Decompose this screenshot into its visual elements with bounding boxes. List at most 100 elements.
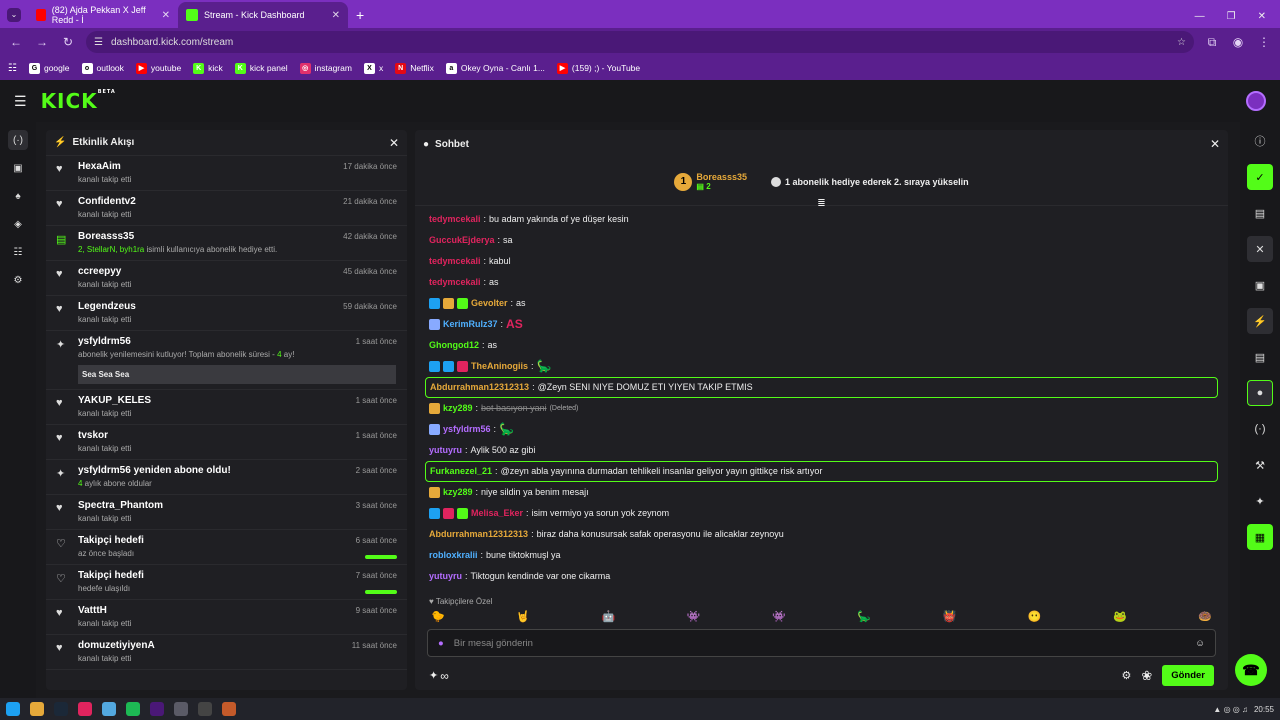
chat-username[interactable]: Abdurrahman12312313 bbox=[430, 381, 529, 394]
activity-event[interactable]: ♥ VatttH kanalı takip etti 9 saat önce bbox=[46, 600, 407, 635]
info-icon[interactable]: ⓘ bbox=[1247, 128, 1273, 154]
layout-icon[interactable]: ▤ bbox=[1247, 200, 1273, 226]
emote-option[interactable]: 🍩 bbox=[1198, 610, 1212, 623]
back-icon[interactable]: ← bbox=[8, 34, 24, 50]
bookmark-item[interactable]: ◎ instagram bbox=[299, 62, 352, 74]
browser-tab-kick[interactable]: Stream - Kick Dashboard ✕ bbox=[178, 2, 348, 28]
opera-icon[interactable] bbox=[78, 702, 92, 716]
chat-filter-icon[interactable]: ≣ bbox=[415, 198, 1228, 209]
activity-event[interactable]: ✦ ysfyldrm56 abonelik yenilemesini kutluyo… bbox=[46, 331, 407, 390]
points-icon[interactable]: ✦ bbox=[429, 669, 438, 682]
chat-input[interactable]: ● Bir mesaj gönderin ☺ bbox=[427, 629, 1216, 657]
bookmark-item[interactable]: o outlook bbox=[81, 62, 124, 74]
chat-username[interactable]: Gevolter bbox=[471, 297, 508, 310]
wrench-icon[interactable]: ⚒ bbox=[1247, 452, 1273, 478]
chat-message[interactable]: Abdurrahman12312313: @Zeyn SENI NIYE DOMU… bbox=[425, 377, 1218, 398]
activity-event[interactable]: ♡ Takipçi hedefi hedefe ulaşıldı 7 saat önc… bbox=[46, 565, 407, 600]
activity-event[interactable]: ✦ ysfyldrm56 yeniden abone oldu! 4 aylık a… bbox=[46, 460, 407, 495]
activity-event[interactable]: ♡ Takipçi hedefi az önce başladı 6 saat önc… bbox=[46, 530, 407, 565]
browser-tab-youtube[interactable]: (82) Ajda Pekkan X Jeff Redd - İ ✕ bbox=[28, 2, 178, 28]
activity-event[interactable]: ♥ tvskor kanalı takip etti 1 saat önce bbox=[46, 425, 407, 460]
chat-username[interactable]: Abdurrahman12312313 bbox=[429, 528, 528, 541]
site-info-icon[interactable]: ☰ bbox=[94, 37, 103, 48]
chat-username[interactable]: Melisa_Eker bbox=[471, 507, 523, 520]
community-icon[interactable]: ◈ bbox=[8, 214, 28, 234]
send-button[interactable]: Gönder bbox=[1162, 665, 1214, 686]
profile-icon[interactable]: ◉ bbox=[1230, 34, 1246, 50]
bookmark-item[interactable]: ▶ (159) ;) - YouTube bbox=[556, 62, 640, 74]
chat-username[interactable]: robloxkralii bbox=[429, 549, 478, 562]
chat-message[interactable]: kzy289: bot basıyon yani (Deleted) bbox=[415, 398, 1228, 419]
restore-icon[interactable]: ❐ bbox=[1227, 11, 1236, 22]
stream-icon[interactable]: (·) bbox=[8, 130, 28, 150]
kick-logo[interactable]: KICKBETA bbox=[41, 89, 116, 113]
tab-search-button[interactable]: ⌄ bbox=[0, 2, 28, 28]
activity-event[interactable]: ♥ domuzetiyiyenA kanalı takip etti 11 saat … bbox=[46, 635, 407, 670]
activity-event[interactable]: ♥ Confidentv2 kanalı takip etti 21 dakika ö… bbox=[46, 191, 407, 226]
close-icon[interactable]: ✕ bbox=[1247, 236, 1273, 262]
forward-icon[interactable]: → bbox=[34, 34, 50, 50]
gift-icon[interactable]: ❀ bbox=[1141, 668, 1152, 684]
new-tab-button[interactable]: + bbox=[348, 2, 372, 28]
spotify-icon[interactable] bbox=[126, 702, 140, 716]
emote-option[interactable]: 👹 bbox=[943, 610, 957, 623]
activity-event[interactable]: ♥ YAKUP_KELES kanalı takip etti 1 saat önce bbox=[46, 390, 407, 425]
chat-message[interactable]: tedymcekali: as bbox=[415, 272, 1228, 293]
obs-icon[interactable] bbox=[198, 702, 212, 716]
avatar[interactable] bbox=[1246, 91, 1266, 111]
chat-message[interactable]: KerimRulz37: AS bbox=[415, 314, 1228, 335]
check-icon[interactable]: ✓ bbox=[1247, 164, 1273, 190]
emote-option[interactable]: 🐤 bbox=[431, 610, 445, 623]
bookmark-item[interactable]: Xx bbox=[363, 62, 383, 74]
bookmark-item[interactable]: Kkick bbox=[193, 62, 223, 74]
chat-username[interactable]: TheAninogiis bbox=[471, 360, 528, 373]
chat-username[interactable]: Furkanezel_21 bbox=[430, 465, 492, 478]
close-icon[interactable]: ✕ bbox=[162, 10, 170, 21]
notes-icon[interactable]: ▤ bbox=[1247, 344, 1273, 370]
clapper-icon[interactable]: ▦ bbox=[1247, 524, 1273, 550]
reload-icon[interactable]: ↻ bbox=[60, 34, 76, 50]
steam-icon[interactable] bbox=[54, 702, 68, 716]
chat-message[interactable]: Gevolter: as bbox=[415, 293, 1228, 314]
chat-username[interactable]: KerimRulz37 bbox=[443, 318, 498, 331]
chat-message[interactable]: tedymcekali: bu adam yakında of ye düşer … bbox=[415, 209, 1228, 230]
settings-icon[interactable]: ⚙ bbox=[8, 270, 28, 290]
chat-message[interactable]: tedymcekali: kabul bbox=[415, 251, 1228, 272]
chat-username[interactable]: yutuyru bbox=[429, 444, 462, 457]
tray-icons[interactable]: ▲ ◎ ◎ ♫ bbox=[1213, 705, 1248, 714]
steam-active-icon[interactable] bbox=[222, 702, 236, 716]
chat-message[interactable]: ysfyldrm56: 🦕 bbox=[415, 419, 1228, 440]
chat-icon[interactable]: ● bbox=[1247, 380, 1273, 406]
minimize-icon[interactable]: — bbox=[1195, 11, 1205, 22]
broadcast-icon[interactable]: (·) bbox=[1247, 416, 1273, 442]
apps-icon[interactable]: ☷ bbox=[8, 63, 17, 74]
windows-start-icon[interactable] bbox=[6, 702, 20, 716]
chat-username[interactable]: ysfyldrm56 bbox=[443, 423, 491, 436]
chat-username[interactable]: yutuyru bbox=[429, 570, 462, 583]
chrome-icon[interactable] bbox=[102, 702, 116, 716]
chat-username[interactable]: tedymcekali bbox=[429, 213, 481, 226]
fullscreen-icon[interactable]: ▣ bbox=[1247, 272, 1273, 298]
users-icon[interactable]: ☷ bbox=[8, 242, 28, 262]
emote-option[interactable]: 🐸 bbox=[1113, 610, 1127, 623]
chat-message[interactable]: Melisa_Eker: isim vermiyo ya sorun yok ze… bbox=[415, 503, 1228, 524]
chat-message[interactable]: Furkanezel_21: @zeyn abla yayınına durmad… bbox=[425, 461, 1218, 482]
emote-option[interactable]: 🤘 bbox=[516, 610, 530, 623]
chat-username[interactable]: tedymcekali bbox=[429, 276, 481, 289]
bookmark-item[interactable]: N Netflix bbox=[395, 62, 434, 74]
dashboard-icon[interactable]: ▣ bbox=[8, 158, 28, 178]
activity-event[interactable]: ♥ HexaAim kanalı takip etti 17 dakika önce bbox=[46, 156, 407, 191]
activity-event[interactable]: ♥ ccreepyy kanalı takip etti 45 dakika önce bbox=[46, 261, 407, 296]
bookmark-item[interactable]: ▶ youtube bbox=[135, 62, 181, 74]
chat-username[interactable]: GuccukEjderya bbox=[429, 234, 495, 247]
chat-username[interactable]: kzy289 bbox=[443, 486, 473, 499]
emote-option[interactable]: 👾 bbox=[772, 610, 786, 623]
chat-message[interactable]: TheAninogiis: 🦕 bbox=[415, 356, 1228, 377]
chat-message[interactable]: Ghongod12: as bbox=[415, 335, 1228, 356]
emoji-icon[interactable]: ☺ bbox=[1195, 638, 1205, 649]
address-bar[interactable]: ☰ dashboard.kick.com/stream ☆ bbox=[86, 31, 1194, 53]
points-icon[interactable]: ✦ bbox=[1247, 488, 1273, 514]
chat-message[interactable]: yutuyru: Tiktogun kendinde var one cikarm… bbox=[415, 566, 1228, 587]
chrome-active-icon[interactable] bbox=[174, 702, 188, 716]
chat-message[interactable]: Abdurrahman12312313: biraz daha konusursa… bbox=[415, 524, 1228, 545]
